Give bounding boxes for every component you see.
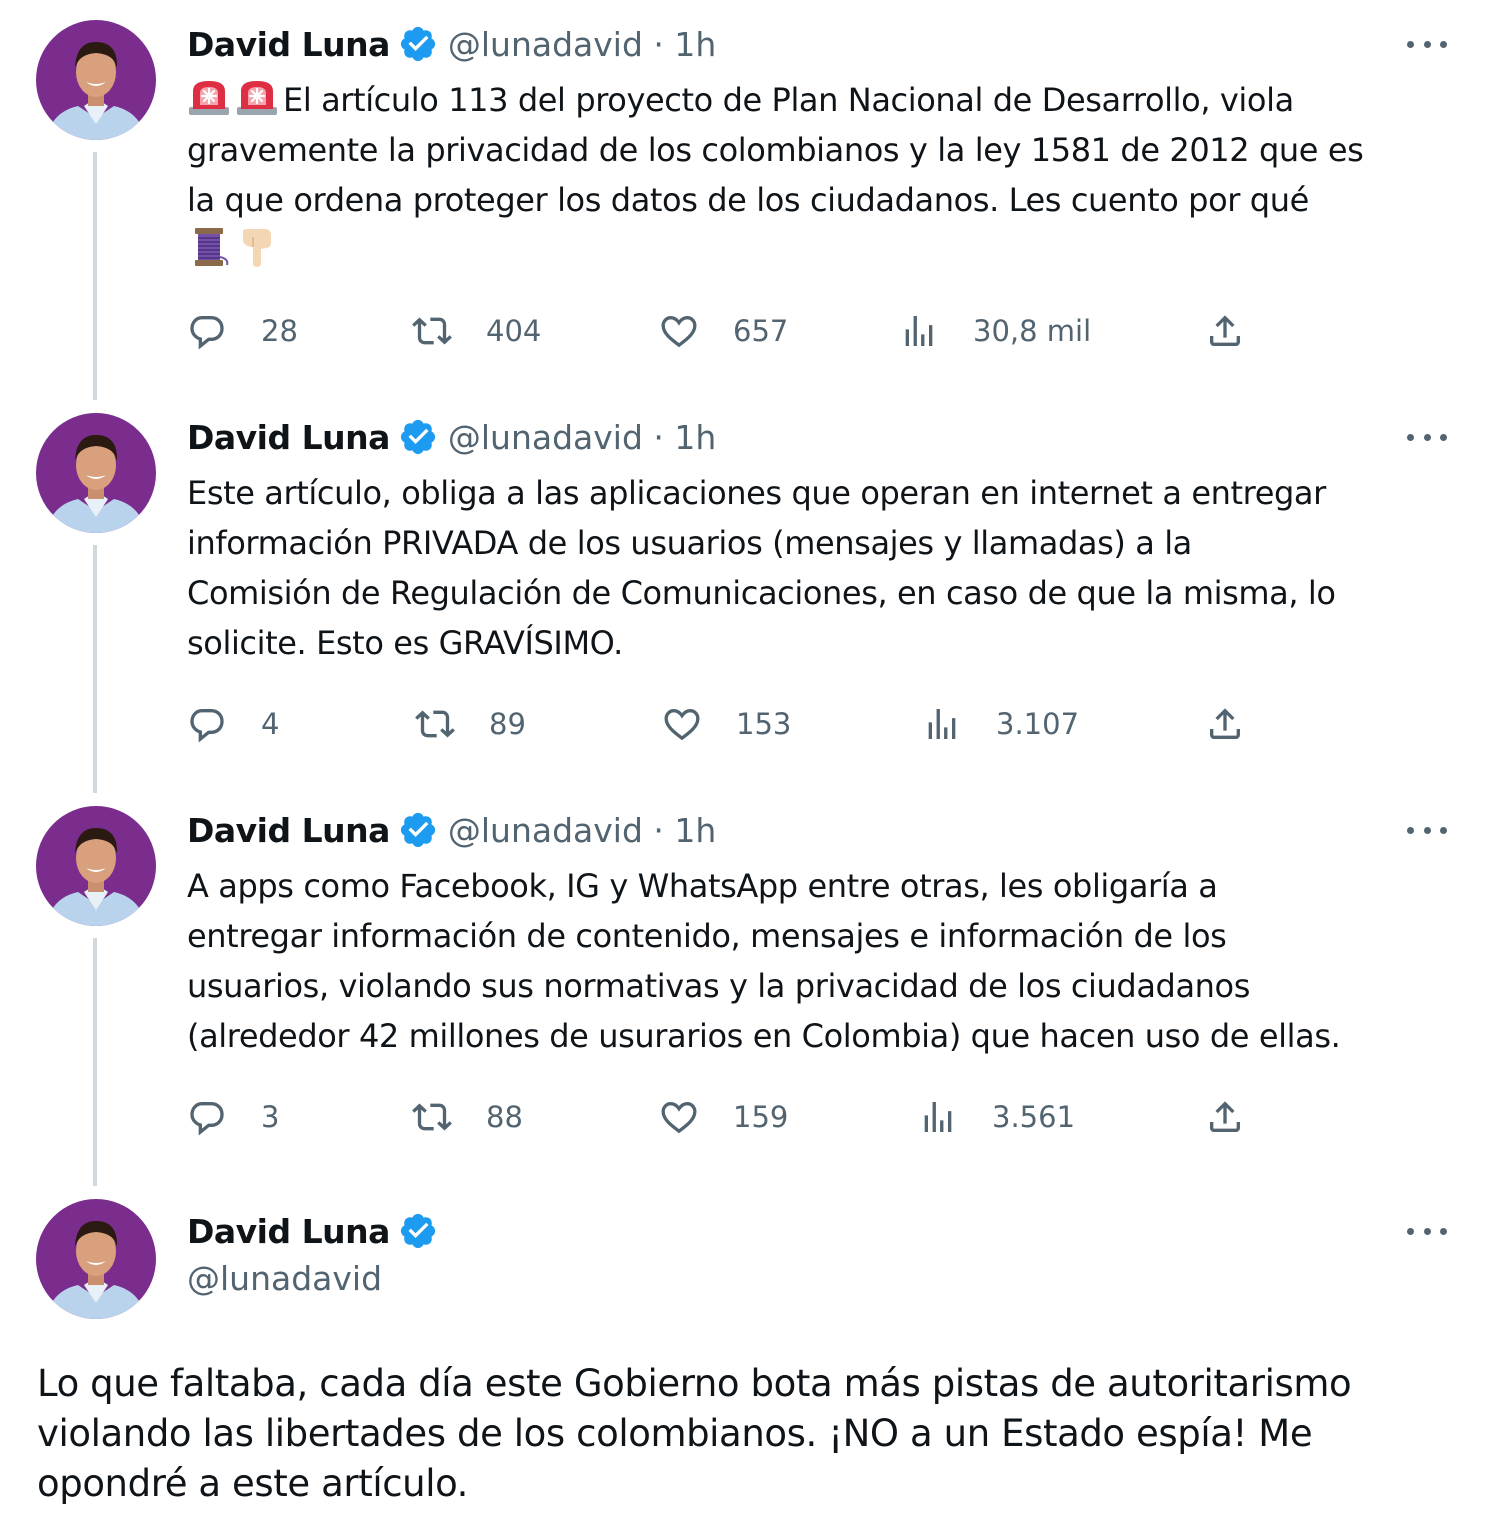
- views-button[interactable]: 30,8 mil: [899, 309, 1091, 353]
- views-button[interactable]: 3.561: [918, 1095, 1075, 1139]
- tweet-header: David Luna @lunadavid · 1h: [187, 22, 716, 66]
- verified-badge-icon: [398, 810, 438, 850]
- thread-connector: [93, 545, 97, 793]
- reply-icon: [187, 1097, 227, 1137]
- like-count: 159: [733, 1100, 789, 1134]
- author-handle-time[interactable]: @lunadavid · 1h: [448, 25, 716, 64]
- views-count: 3.561: [992, 1100, 1076, 1134]
- avatar[interactable]: [36, 1199, 156, 1319]
- more-options-button[interactable]: [1407, 1225, 1447, 1237]
- avatar[interactable]: [36, 413, 156, 533]
- avatar[interactable]: [36, 20, 156, 140]
- tweet-text-line: El artículo 113 del proyecto de Plan Nac…: [283, 81, 1294, 119]
- tweet-text-line: opondré a este artículo.: [37, 1462, 469, 1505]
- reply-button[interactable]: 3: [187, 1095, 279, 1139]
- tweet-text-line: A apps como Facebook, IG y WhatsApp entr…: [187, 867, 1218, 905]
- views-button[interactable]: 3.107: [922, 702, 1079, 746]
- verified-badge-icon: [398, 417, 438, 457]
- author-name[interactable]: David Luna: [187, 418, 390, 457]
- like-button[interactable]: 657: [659, 309, 788, 353]
- author-handle-time[interactable]: @lunadavid · 1h: [448, 811, 716, 850]
- more-options-button[interactable]: [1407, 824, 1447, 836]
- retweet-count: 88: [486, 1100, 523, 1134]
- retweet-button[interactable]: 89: [415, 702, 526, 746]
- retweet-icon: [415, 704, 455, 744]
- retweet-count: 89: [489, 707, 526, 741]
- retweet-button[interactable]: 404: [412, 309, 541, 353]
- heart-icon: [662, 704, 702, 744]
- views-icon: [918, 1097, 958, 1137]
- tweet-actions: 3 88 159 3.561: [187, 1095, 1267, 1139]
- more-options-button[interactable]: [1407, 38, 1447, 50]
- share-icon: [1205, 1097, 1245, 1137]
- retweet-button[interactable]: 88: [412, 1095, 523, 1139]
- views-icon: [922, 704, 962, 744]
- tweet-text-line: violando las libertades de los colombian…: [37, 1412, 1313, 1455]
- like-count: 153: [736, 707, 792, 741]
- heart-icon: [659, 1097, 699, 1137]
- like-button[interactable]: 159: [659, 1095, 788, 1139]
- views-count: 3.107: [996, 707, 1080, 741]
- tweet-text-line: la que ordena proteger los datos de los …: [187, 181, 1309, 219]
- author-handle[interactable]: @lunadavid: [187, 1259, 382, 1298]
- author-name[interactable]: David Luna: [187, 811, 390, 850]
- views-count: 30,8 mil: [973, 314, 1092, 348]
- share-icon: [1205, 311, 1245, 351]
- tweet-text-line: Este artículo, obliga a las aplicaciones…: [187, 474, 1326, 512]
- like-count: 657: [733, 314, 789, 348]
- thread-connector: [93, 152, 97, 400]
- retweet-count: 404: [486, 314, 542, 348]
- police-light-emoji: [235, 77, 279, 117]
- pointing-down-emoji: [235, 227, 279, 267]
- retweet-icon: [412, 311, 452, 351]
- tweet-text-line: información PRIVADA de los usuarios (men…: [187, 524, 1192, 562]
- tweet-text: A apps como Facebook, IG y WhatsApp entr…: [187, 861, 1457, 1061]
- reply-icon: [187, 311, 227, 351]
- avatar[interactable]: [36, 806, 156, 926]
- thread-connector: [93, 938, 97, 1186]
- tweet-text-line: Lo que faltaba, cada día este Gobierno b…: [37, 1362, 1352, 1405]
- share-button[interactable]: [1205, 1095, 1245, 1139]
- tweet-text-line: (alrededor 42 millones de usurarios en C…: [187, 1017, 1341, 1055]
- share-button[interactable]: [1205, 309, 1245, 353]
- share-button[interactable]: [1205, 702, 1245, 746]
- more-options-button[interactable]: [1407, 431, 1447, 443]
- tweet-text-line: usuarios, violando sus normativas y la p…: [187, 967, 1250, 1005]
- reply-button[interactable]: 4: [187, 702, 279, 746]
- reply-count: 4: [261, 707, 280, 741]
- like-button[interactable]: 153: [662, 702, 791, 746]
- tweet-actions: 4 89 153 3.107: [187, 702, 1267, 746]
- tweet-text: Lo que faltaba, cada día este Gobierno b…: [37, 1359, 1457, 1509]
- tweet-header: David Luna @lunadavid · 1h: [187, 415, 716, 459]
- tweet-actions: 28 404 657 30,8 mil: [187, 309, 1267, 353]
- police-light-emoji: [187, 77, 231, 117]
- author-name[interactable]: David Luna: [187, 25, 390, 64]
- tweet-text-line: Comisión de Regulación de Comunicaciones…: [187, 574, 1336, 612]
- tweet-text-line: solicite. Esto es GRAVÍSIMO.: [187, 624, 623, 662]
- reply-icon: [187, 704, 227, 744]
- author-handle-time[interactable]: @lunadavid · 1h: [448, 418, 716, 457]
- tweet-text-line: entregar información de contenido, mensa…: [187, 917, 1227, 955]
- views-icon: [899, 311, 939, 351]
- tweet-text: El artículo 113 del proyecto de Plan Nac…: [187, 75, 1457, 275]
- reply-count: 28: [261, 314, 298, 348]
- retweet-icon: [412, 1097, 452, 1137]
- verified-badge-icon: [398, 1211, 438, 1251]
- tweet-header: David Luna: [187, 1209, 438, 1253]
- reply-button[interactable]: 28: [187, 309, 298, 353]
- thread-spool-emoji: [187, 227, 231, 267]
- tweet-header: David Luna @lunadavid · 1h: [187, 808, 716, 852]
- share-icon: [1205, 704, 1245, 744]
- heart-icon: [659, 311, 699, 351]
- reply-count: 3: [261, 1100, 280, 1134]
- tweet-text-line: gravemente la privacidad de los colombia…: [187, 131, 1364, 169]
- author-name[interactable]: David Luna: [187, 1212, 390, 1251]
- verified-badge-icon: [398, 24, 438, 64]
- tweet-text: Este artículo, obliga a las aplicaciones…: [187, 468, 1457, 668]
